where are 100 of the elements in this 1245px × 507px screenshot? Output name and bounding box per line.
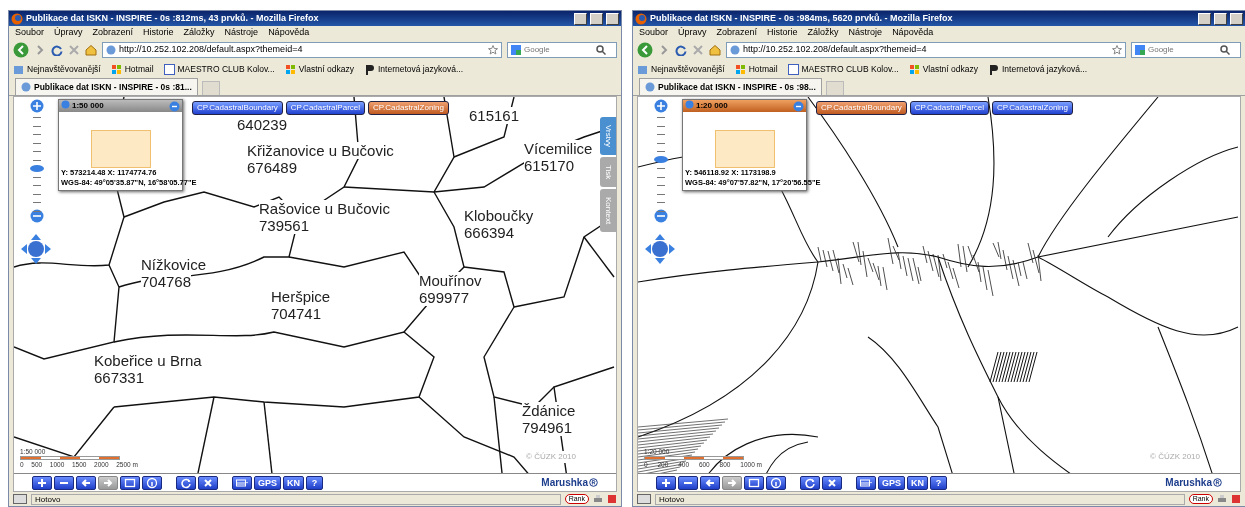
browser-tab[interactable]: Publikace dat ISKN - INSPIRE - 0s :81... <box>15 78 198 95</box>
page-icon <box>787 63 799 75</box>
layer-button[interactable]: CP.CadastralBoundary <box>192 101 283 115</box>
pan-control-icon[interactable] <box>20 233 52 265</box>
refresh-icon <box>804 476 816 489</box>
place-name: Mouřínov <box>419 272 482 289</box>
minimize-button[interactable] <box>1198 12 1211 25</box>
zoom-in-button[interactable] <box>32 475 52 490</box>
window-title: Publikace dat ISKN - INSPIRE - 0s :812ms, 43 prvků. - Mozilla Firefox <box>26 11 320 25</box>
layer-button[interactable]: CP.CadastralParcel <box>285 101 365 115</box>
menu-item[interactable]: Nápověda <box>892 25 934 40</box>
tool-button[interactable]: GPS <box>878 475 905 490</box>
bookmark-link[interactable]: Vlastní odkazy <box>908 62 978 76</box>
menu-item[interactable]: Zobrazení <box>716 25 758 40</box>
zoom-in-button[interactable] <box>656 475 676 490</box>
rectangle-button[interactable] <box>120 475 140 490</box>
bookmark-link[interactable]: Hotmail <box>734 62 778 76</box>
overview-icon <box>685 100 694 109</box>
home-icon[interactable] <box>709 44 721 56</box>
left-arrow-button[interactable] <box>76 475 96 490</box>
refresh-button[interactable] <box>176 475 196 490</box>
bookmark-link[interactable]: Hotmail <box>110 62 154 76</box>
refresh-button[interactable] <box>800 475 820 490</box>
menu-item[interactable]: Nápověda <box>268 25 310 40</box>
back-icon[interactable] <box>637 42 653 58</box>
zoom-in-icon[interactable] <box>654 99 668 113</box>
layer-button[interactable]: CP.CadastralZoning <box>992 101 1074 115</box>
reload-icon[interactable] <box>675 44 687 56</box>
layer-button[interactable]: CP.CadastralParcel <box>909 101 989 115</box>
minimize-button[interactable] <box>574 12 587 25</box>
menu-item[interactable]: Nástroje <box>224 25 259 40</box>
star-icon[interactable] <box>488 45 498 55</box>
collapse-icon[interactable] <box>793 100 804 112</box>
info-icon <box>770 476 782 489</box>
tool-button[interactable]: ? <box>306 475 323 490</box>
info-button[interactable] <box>766 475 786 490</box>
search-icon[interactable] <box>1220 45 1230 55</box>
browser-tab[interactable]: Publikace dat ISKN - INSPIRE - 0s :98... <box>639 78 822 95</box>
zoom-out-icon[interactable] <box>30 209 44 223</box>
zoom-out-button[interactable] <box>54 475 74 490</box>
bookmark-link[interactable]: Nejnavštěvovanější <box>13 62 101 76</box>
menu-item[interactable]: Úpravy <box>678 25 707 40</box>
tool-button[interactable]: KN <box>283 475 304 490</box>
scale-button[interactable] <box>232 475 252 490</box>
zoom-out-button[interactable] <box>678 475 698 490</box>
reload-icon[interactable] <box>51 44 63 56</box>
menu-item[interactable]: Záložky <box>807 25 839 40</box>
address-bar[interactable]: http://10.252.102.208/default.aspx?themeid=4 <box>726 42 1126 58</box>
tool-button[interactable]: KN <box>907 475 928 490</box>
back-icon[interactable] <box>13 42 29 58</box>
slider-thumb[interactable] <box>30 164 44 172</box>
bookmark-link[interactable]: MAESTRO CLUB Kolov... <box>163 62 275 76</box>
addon-icon[interactable] <box>607 494 617 504</box>
printer-icon[interactable] <box>1217 494 1227 504</box>
left-arrow-button[interactable] <box>700 475 720 490</box>
close-button[interactable] <box>198 475 218 490</box>
rectangle-icon <box>124 476 136 489</box>
menu-item[interactable]: Historie <box>767 25 798 40</box>
bookmark-link[interactable]: MAESTRO CLUB Kolov... <box>787 62 899 76</box>
collapse-icon[interactable] <box>169 100 180 112</box>
zoom-out-icon[interactable] <box>654 209 668 223</box>
tool-button[interactable]: ? <box>930 475 947 490</box>
info-button[interactable] <box>142 475 162 490</box>
copyright-text: © ČÚZK 2010 <box>526 451 576 463</box>
tool-button[interactable]: GPS <box>254 475 281 490</box>
bookmark-link[interactable]: Internetová jazyková... <box>987 62 1087 76</box>
home-icon[interactable] <box>85 44 97 56</box>
maximize-button[interactable] <box>590 12 603 25</box>
monitor-icon <box>637 494 651 504</box>
printer-icon[interactable] <box>593 494 603 504</box>
rectangle-button[interactable] <box>744 475 764 490</box>
scale-button[interactable] <box>856 475 876 490</box>
close-icon <box>826 476 838 489</box>
menu-item[interactable]: Záložky <box>183 25 215 40</box>
zoom-in-icon <box>36 476 48 489</box>
right-arrow-icon <box>726 476 738 489</box>
bookmark-link[interactable]: Nejnavštěvovanější <box>637 62 725 76</box>
close-button[interactable] <box>822 475 842 490</box>
menu-item[interactable]: Soubor <box>639 25 669 40</box>
url-field[interactable]: http://10.252.102.208/default.aspx?themeid=4 <box>119 43 485 57</box>
maximize-button[interactable] <box>1214 12 1227 25</box>
menu-item[interactable]: Nástroje <box>848 25 883 40</box>
menu-item[interactable]: Historie <box>143 25 174 40</box>
windows-icon <box>734 63 746 75</box>
search-box[interactable]: Google <box>1131 42 1241 58</box>
bookmark-link[interactable]: Vlastní odkazy <box>284 62 354 76</box>
slider-thumb[interactable] <box>654 156 668 164</box>
search-box[interactable]: Google <box>507 42 617 58</box>
addon-icon[interactable] <box>1231 494 1241 504</box>
place-code: 615161 <box>469 107 520 124</box>
pan-control-icon[interactable] <box>644 233 676 265</box>
address-bar[interactable]: http://10.252.102.208/default.aspx?themeid=4 <box>102 42 502 58</box>
menu-item[interactable]: Soubor <box>15 25 45 40</box>
bookmark-link[interactable]: Internetová jazyková... <box>363 62 463 76</box>
url-field[interactable]: http://10.252.102.208/default.aspx?themeid=4 <box>743 43 1109 57</box>
zoom-in-icon[interactable] <box>30 99 44 113</box>
star-icon[interactable] <box>1112 45 1122 55</box>
menu-item[interactable]: Úpravy <box>54 25 83 40</box>
search-icon[interactable] <box>596 45 606 55</box>
menu-item[interactable]: Zobrazení <box>92 25 134 40</box>
